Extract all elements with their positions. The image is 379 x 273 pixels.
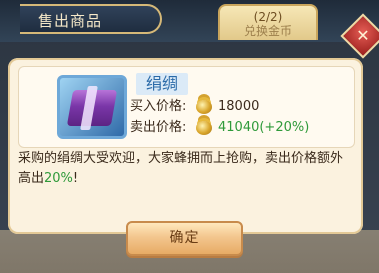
tab-exchange-gold[interactable]: (2/2) 兑换金币 xyxy=(218,4,318,40)
sell-price-value: 41040(+20%) xyxy=(218,120,310,135)
coin-stack-icon xyxy=(196,120,212,135)
tab-count: (2/2) xyxy=(253,10,283,24)
close-icon: ✕ xyxy=(356,26,370,45)
buy-price-row: 买入价格: 18000 xyxy=(130,97,259,117)
description-text: 采购的绢绸大受欢迎，大家蜂拥而上抢购，卖出价格额外高出20%! xyxy=(18,149,353,189)
tab-label: 兑换金币 xyxy=(243,24,292,38)
buy-price-value: 18000 xyxy=(218,99,260,114)
confirm-button[interactable]: 确定 xyxy=(126,221,243,256)
window-title-text: 售出商品 xyxy=(38,12,103,30)
silk-bundle-icon xyxy=(57,75,127,139)
confirm-button-label: 确定 xyxy=(169,230,200,246)
description-end: ! xyxy=(72,171,79,186)
item-name: 绢绸 xyxy=(136,73,189,95)
description-percent: 20% xyxy=(44,171,73,186)
buy-price-label: 买入价格: xyxy=(130,99,187,114)
sell-price-row: 卖出价格: 41040(+20%) xyxy=(130,118,309,138)
coin-stack-icon xyxy=(196,99,212,114)
window-title: 售出商品 xyxy=(20,4,162,34)
sell-price-label: 卖出价格: xyxy=(130,120,187,135)
